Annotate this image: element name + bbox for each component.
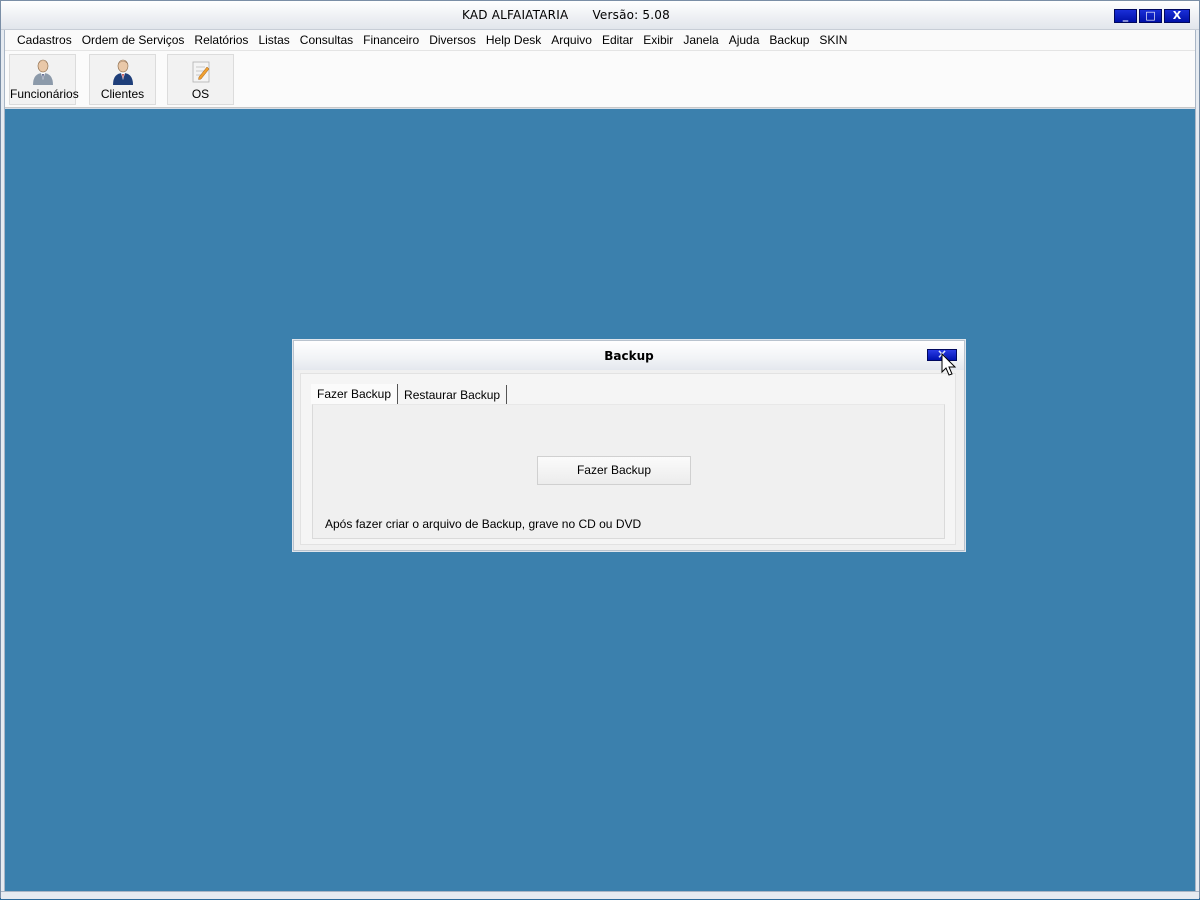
tab-fazer-backup[interactable]: Fazer Backup [311, 384, 399, 404]
tab-strip: Fazer Backup Restaurar Backup [311, 384, 508, 406]
document-edit-icon [192, 61, 210, 83]
minimize-button[interactable]: _ [1114, 9, 1137, 23]
clientes-button[interactable]: Clientes [89, 54, 156, 105]
dialog-title-bar: Backup [294, 341, 964, 370]
menu-exibir[interactable]: Exibir [638, 30, 678, 51]
app-window: KAD ALFAIATARIA Versão: 5.08 _ □ X Cadas… [0, 0, 1200, 899]
mouse-cursor-icon [941, 353, 957, 376]
tab-panel: Fazer Backup Após fazer criar o arquivo … [312, 404, 945, 539]
os-button[interactable]: OS [167, 54, 234, 105]
clientes-label: Clientes [100, 87, 145, 101]
funcionarios-label: Funcionários [10, 87, 79, 101]
menu-diversos[interactable]: Diversos [424, 30, 481, 51]
fazer-backup-button[interactable]: Fazer Backup [537, 456, 691, 485]
person-icon [33, 59, 53, 85]
window-title: KAD ALFAIATARIA Versão: 5.08 [462, 8, 670, 22]
businessman-icon [113, 59, 133, 85]
menu-arquivo[interactable]: Arquivo [546, 30, 597, 51]
menu-relatorios[interactable]: Relatórios [189, 30, 253, 51]
menu-bar: Cadastros Ordem de Serviços Relatórios L… [5, 30, 1195, 51]
title-bar: KAD ALFAIATARIA Versão: 5.08 _ □ X [1, 1, 1199, 30]
window-frame-bottom [1, 891, 1199, 899]
menu-consultas[interactable]: Consultas [295, 30, 358, 51]
menu-financeiro[interactable]: Financeiro [358, 30, 424, 51]
backup-dialog: Backup Fazer Backup Restaurar Backup Faz… [293, 340, 965, 551]
menu-editar[interactable]: Editar [597, 30, 638, 51]
dialog-body: Fazer Backup Restaurar Backup Fazer Back… [300, 373, 956, 545]
close-button[interactable]: X [1164, 9, 1190, 23]
menu-skin[interactable]: SKIN [814, 30, 852, 51]
backup-info-text: Após fazer criar o arquivo de Backup, gr… [325, 517, 642, 531]
maximize-button[interactable]: □ [1139, 9, 1162, 23]
toolbar: Funcionários Clientes OS [5, 51, 1195, 108]
window-frame-right [1195, 30, 1199, 892]
os-label: OS [191, 87, 210, 101]
menu-ordem-de-servicos[interactable]: Ordem de Serviços [77, 30, 190, 51]
menu-backup[interactable]: Backup [764, 30, 814, 51]
tab-restaurar-backup[interactable]: Restaurar Backup [398, 385, 508, 405]
menu-ajuda[interactable]: Ajuda [724, 30, 765, 51]
menu-cadastros[interactable]: Cadastros [5, 30, 77, 51]
menu-listas[interactable]: Listas [253, 30, 294, 51]
menu-help-desk[interactable]: Help Desk [481, 30, 546, 51]
funcionarios-button[interactable]: Funcionários [9, 54, 79, 105]
menu-janela[interactable]: Janela [678, 30, 723, 51]
dialog-title: Backup [604, 349, 654, 363]
